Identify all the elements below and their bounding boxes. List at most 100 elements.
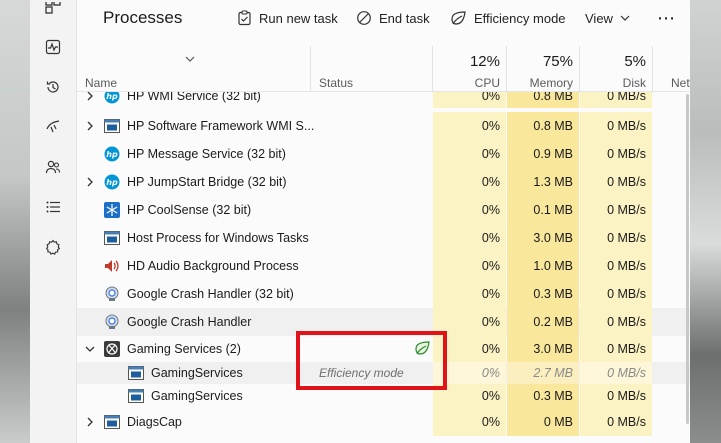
- run-new-task-button[interactable]: Run new task: [237, 7, 338, 29]
- process-name: DiagsCap: [127, 415, 182, 429]
- svg-text:hp: hp: [106, 150, 118, 159]
- nav-rail: [30, 0, 76, 443]
- hp-icon: hp: [103, 146, 120, 163]
- view-dropdown[interactable]: View: [585, 7, 630, 29]
- network-header-label: Netw: [671, 76, 690, 90]
- toolbar: Processes Run new task End task Efficien…: [77, 0, 690, 36]
- process-row[interactable]: hp HP WMI Service (32 bit) 0% 0.8 MB 0 MB/s: [77, 92, 690, 108]
- disk-value: 0 MB/s: [607, 175, 646, 189]
- cpu-value: 0%: [481, 389, 500, 403]
- status-header-label: Status: [319, 76, 354, 90]
- process-name: HP WMI Service (32 bit): [127, 92, 261, 103]
- efficiency-mode-button[interactable]: Efficiency mode: [450, 7, 566, 29]
- process-row[interactable]: hp HP JumpStart Bridge (32 bit) 0% 1.3 MB 0 …: [77, 168, 690, 196]
- disk-value: 0 MB/s: [607, 203, 646, 217]
- cpu-value: 0%: [481, 203, 500, 217]
- window-icon: [103, 230, 120, 247]
- services-icon[interactable]: [43, 237, 63, 257]
- leaf-icon: [451, 11, 466, 25]
- process-name: HP JumpStart Bridge (32 bit): [127, 175, 287, 189]
- process-name: Google Crash Handler: [127, 315, 252, 329]
- expand-chevron-icon[interactable]: [83, 408, 97, 436]
- more-options-button[interactable]: ⋯: [657, 7, 676, 29]
- disk-value: 0 MB/s: [607, 366, 646, 380]
- process-row[interactable]: Host Process for Windows Tasks 0% 3.0 MB 0 …: [77, 224, 690, 252]
- users-icon[interactable]: [43, 157, 63, 177]
- window-icon: [103, 118, 120, 135]
- google-update-icon: [103, 286, 120, 303]
- end-task-label: End task: [379, 10, 430, 26]
- memory-column-header[interactable]: 75% Memory: [507, 36, 579, 92]
- window-icon: [127, 365, 144, 382]
- process-status: Efficiency mode: [319, 366, 404, 380]
- disk-value: 0 MB/s: [607, 259, 646, 273]
- run-new-task-label: Run new task: [259, 10, 338, 26]
- cpu-value: 0%: [481, 92, 500, 103]
- window-icon: [127, 388, 144, 405]
- processes-icon[interactable]: [43, 0, 63, 20]
- process-name: GamingServices: [151, 366, 243, 380]
- scrollbar[interactable]: [686, 94, 689, 424]
- cpu-value: 0%: [481, 259, 500, 273]
- performance-icon[interactable]: [43, 37, 63, 57]
- process-row[interactable]: Google Crash Handler 0% 0.2 MB 0 MB/s: [77, 308, 690, 336]
- disk-value: 0 MB/s: [607, 119, 646, 133]
- processes-page: Processes Run new task End task Efficien…: [76, 0, 690, 443]
- process-row[interactable]: DiagsCap 0% 0 MB 0 MB/s: [77, 408, 690, 436]
- disk-value: 0 MB/s: [607, 389, 646, 403]
- process-row[interactable]: HP Software Framework WMI S... 0% 0.8 MB 0 …: [77, 112, 690, 140]
- collapse-chevron-icon[interactable]: [83, 336, 97, 362]
- expand-chevron-icon[interactable]: [83, 92, 97, 108]
- memory-value: 0.9 MB: [533, 147, 573, 161]
- name-header-label: Name: [85, 76, 118, 90]
- disk-total-percent: 5%: [624, 53, 646, 70]
- app-history-icon[interactable]: [43, 77, 63, 97]
- process-row[interactable]: hp HP Message Service (32 bit) 0% 0.9 MB 0 M…: [77, 140, 690, 168]
- disk-value: 0 MB/s: [607, 231, 646, 245]
- memory-value: 2.7 MB: [533, 366, 573, 380]
- process-row[interactable]: HP CoolSense (32 bit) 0% 0.1 MB 0 MB/s: [77, 196, 690, 224]
- network-column-header[interactable]: Netw: [653, 36, 690, 92]
- disk-value: 0 MB/s: [607, 92, 646, 103]
- memory-value: 1.0 MB: [533, 259, 573, 273]
- child-process-row[interactable]: GamingServices 0% 0.3 MB 0 MB/s: [77, 384, 690, 408]
- memory-header-label: Memory: [529, 76, 573, 90]
- task-manager-window: Processes Run new task End task Efficien…: [30, 0, 690, 443]
- cpu-value: 0%: [481, 175, 500, 189]
- cpu-value: 0%: [481, 342, 500, 356]
- name-column-header[interactable]: Name: [77, 36, 310, 92]
- snowflake-icon: [103, 202, 120, 219]
- cpu-header-label: CPU: [474, 76, 500, 90]
- startup-apps-icon[interactable]: [43, 117, 63, 137]
- disk-value: 0 MB/s: [607, 415, 646, 429]
- memory-value: 0.8 MB: [533, 92, 573, 103]
- child-process-row[interactable]: GamingServices Efficiency mode 0% 2.7 MB 0 M…: [77, 362, 690, 384]
- end-task-icon: [357, 11, 371, 25]
- expand-chevron-icon[interactable]: [83, 112, 97, 140]
- process-list: hp HP WMI Service (32 bit) 0% 0.8 MB 0 MB/s H…: [77, 92, 690, 443]
- cpu-value: 0%: [481, 366, 500, 380]
- expand-chevron-icon[interactable]: [83, 168, 97, 196]
- process-row[interactable]: Google Crash Handler (32 bit) 0% 0.3 MB 0 M…: [77, 280, 690, 308]
- memory-value: 1.3 MB: [533, 175, 573, 189]
- memory-total-percent: 75%: [542, 53, 573, 70]
- status-column-header[interactable]: Status: [311, 36, 432, 92]
- process-row[interactable]: Gaming Services (2) 0% 3.0 MB 0 MB/s: [77, 336, 690, 362]
- details-icon[interactable]: [43, 197, 63, 217]
- disk-value: 0 MB/s: [607, 147, 646, 161]
- memory-value: 0.3 MB: [533, 287, 573, 301]
- xbox-icon: [103, 341, 120, 358]
- end-task-button[interactable]: End task: [356, 7, 430, 29]
- cpu-column-header[interactable]: 12% CPU: [433, 36, 506, 92]
- run-task-icon: [238, 10, 251, 26]
- disk-column-header[interactable]: 5% Disk: [580, 36, 652, 92]
- process-name: Gaming Services (2): [127, 342, 241, 356]
- view-label: View: [585, 10, 613, 26]
- memory-value: 0.8 MB: [533, 119, 573, 133]
- hp-icon: hp: [103, 92, 120, 105]
- memory-value: 0.3 MB: [533, 389, 573, 403]
- memory-value: 0 MB: [543, 415, 573, 429]
- process-name: HP Message Service (32 bit): [127, 147, 286, 161]
- cpu-total-percent: 12%: [469, 53, 500, 70]
- process-row[interactable]: HD Audio Background Process 0% 1.0 MB 0 MB/…: [77, 252, 690, 280]
